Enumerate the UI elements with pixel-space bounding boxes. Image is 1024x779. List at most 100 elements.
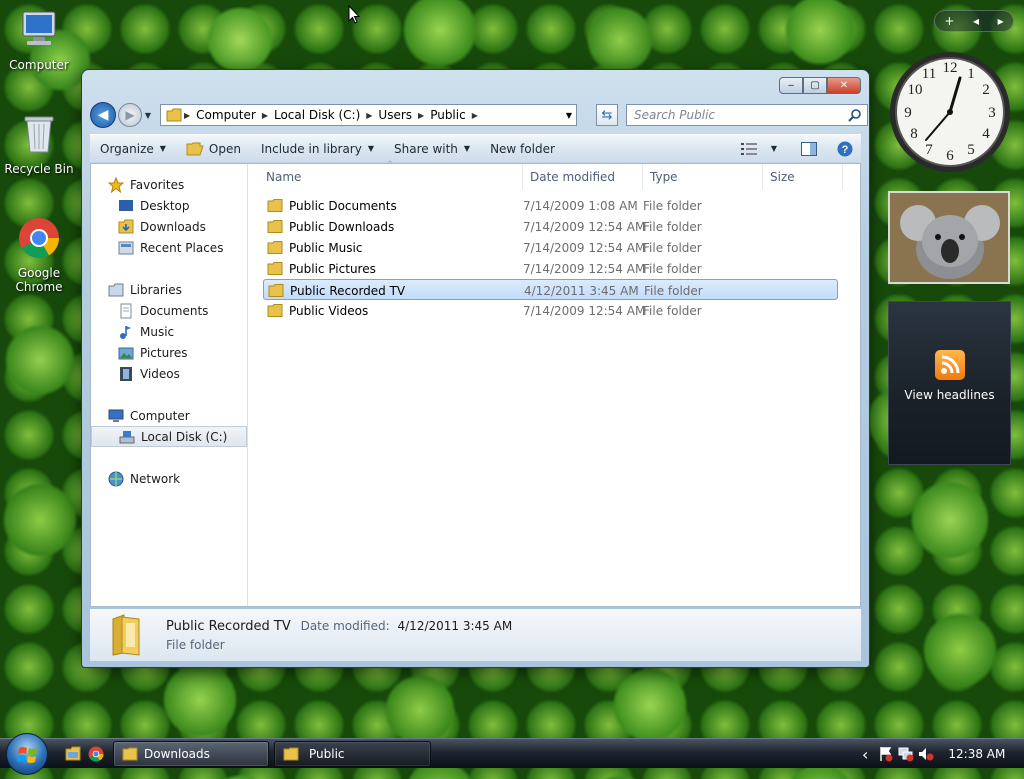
file-date: 7/14/2009 12:54 AM	[523, 219, 646, 234]
folder-icon	[267, 262, 283, 275]
arrow-left-icon: ◀	[97, 107, 109, 123]
breadcrumb-arrow-icon[interactable]: ▶	[470, 111, 480, 120]
svg-text:?: ?	[842, 144, 849, 156]
file-type: File folder	[644, 283, 703, 298]
rss-icon	[934, 350, 965, 380]
share-with-button[interactable]: Share with ▼	[384, 135, 480, 162]
nav-computer[interactable]: Computer	[108, 405, 264, 426]
table-row[interactable]: Public Pictures 7/14/2009 12:54 AM File …	[263, 258, 838, 279]
change-view-icon[interactable]	[740, 142, 757, 155]
help-icon[interactable]: ?	[837, 141, 853, 157]
new-folder-button[interactable]: New folder	[480, 135, 565, 162]
minimize-button[interactable]: ‒	[779, 77, 803, 94]
open-label: Open	[208, 141, 241, 156]
breadcrumb-users[interactable]: Users	[374, 108, 416, 122]
desktop-icon-label: Computer	[9, 58, 69, 72]
file-name-cell: Public Downloads	[267, 216, 394, 237]
breadcrumb-arrow-icon[interactable]: ▶	[260, 111, 270, 120]
address-bar[interactable]: ▶ Computer ▶ Local Disk (C:) ▶ Users ▶ P…	[160, 104, 577, 126]
file-date: 7/14/2009 12:54 AM	[523, 303, 646, 318]
nav-libraries[interactable]: Libraries	[108, 279, 264, 300]
breadcrumb-computer[interactable]: Computer	[192, 108, 260, 122]
clock-number: 10	[908, 82, 923, 98]
chevron-right-icon[interactable]: ▸	[998, 14, 1004, 28]
taskbar-button-downloads[interactable]: Downloads	[113, 741, 269, 767]
breadcrumb-public[interactable]: Public	[426, 108, 470, 122]
file-list-pane[interactable]: Name Date modified Type Size ^ Public Do…	[249, 160, 860, 606]
chrome-icon	[19, 218, 59, 258]
volume-muted-icon[interactable]	[918, 746, 934, 762]
recent-pages-dropdown[interactable]: ▼	[142, 111, 154, 120]
feed-headlines-gadget[interactable]: View headlines	[888, 301, 1011, 465]
network-status-icon[interactable]	[898, 746, 914, 762]
explorer-window[interactable]: ‒ ▢ ✕ ◀ ▶ ▼ ▶ Computer ▶ Local Disk (C:)…	[82, 70, 869, 667]
view-headlines-link[interactable]: View headlines	[889, 388, 1010, 402]
navigation-pane[interactable]: Favorites Desktop Downloads Recent Place…	[91, 164, 248, 606]
refresh-icon: ⇆	[601, 107, 613, 123]
maximize-button[interactable]: ▢	[803, 77, 827, 94]
clock-number: 5	[967, 142, 975, 158]
view-dropdown-icon[interactable]: ▼	[771, 144, 777, 153]
desktop-icon-label: Recycle Bin	[4, 162, 74, 176]
gadget-toolbar[interactable]: + ◂ ▸	[934, 10, 1014, 32]
file-name: Public Videos	[289, 303, 369, 318]
organize-button[interactable]: Organize ▼	[90, 135, 176, 162]
slideshow-gadget[interactable]	[888, 191, 1010, 284]
taskbar-button-public[interactable]: Public	[274, 741, 431, 767]
column-label: Size	[770, 170, 795, 184]
nav-label: Desktop	[140, 198, 190, 213]
file-name-cell: Public Videos	[267, 300, 368, 321]
clock-number: 7	[925, 142, 933, 158]
breadcrumb-local-disk[interactable]: Local Disk (C:)	[270, 108, 364, 122]
clock-gadget[interactable]: 12 1 2 3 4 5 6 7 8 9 10 11	[888, 50, 1012, 174]
include-label: Include in library	[260, 141, 362, 156]
preview-pane-icon[interactable]	[801, 141, 817, 156]
breadcrumb-arrow-icon[interactable]: ▶	[364, 111, 374, 120]
open-folder-icon	[186, 142, 204, 155]
close-button[interactable]: ✕	[827, 77, 861, 94]
table-row-selected[interactable]: Public Recorded TV 4/12/2011 3:45 AM Fil…	[263, 279, 838, 300]
file-date: 7/14/2009 1:08 AM	[523, 198, 638, 213]
table-row[interactable]: Public Music 7/14/2009 12:54 AM File fol…	[263, 237, 838, 258]
file-name-cell: Public Pictures	[267, 258, 376, 279]
music-note-icon	[120, 325, 131, 339]
desktop-icon-computer[interactable]: Computer	[1, 8, 77, 72]
desktop-icon-recycle-bin[interactable]: Recycle Bin	[1, 112, 77, 176]
search-input[interactable]: Search Public	[626, 104, 868, 126]
breadcrumb-arrow-icon[interactable]: ▶	[416, 111, 426, 120]
nav-network[interactable]: Network	[108, 468, 264, 489]
address-row: ◀ ▶ ▼ ▶ Computer ▶ Local Disk (C:) ▶ Use…	[90, 102, 868, 128]
clock-time[interactable]: 12:38 AM	[948, 747, 1005, 761]
table-row[interactable]: Public Documents 7/14/2009 1:08 AM File …	[263, 195, 838, 216]
nav-label: Documents	[140, 303, 209, 318]
nav-favorites[interactable]: Favorites	[108, 174, 264, 195]
start-button[interactable]	[6, 733, 48, 775]
search-icon[interactable]	[848, 108, 862, 122]
chevron-left-icon[interactable]: ◂	[973, 14, 979, 28]
column-header-type[interactable]: Type	[643, 164, 763, 190]
back-button[interactable]: ◀	[90, 102, 116, 128]
column-label: Name	[266, 170, 302, 184]
nav-label: Music	[140, 324, 175, 339]
include-in-library-button[interactable]: Include in library ▼	[251, 135, 384, 162]
chrome-quicklaunch-icon[interactable]	[88, 746, 104, 762]
show-desktop-icon[interactable]	[65, 746, 81, 762]
chevron-down-icon: ▼	[367, 144, 374, 153]
forward-button[interactable]: ▶	[118, 103, 142, 127]
column-header-size[interactable]: Size	[763, 164, 843, 190]
add-gadget-button[interactable]: +	[944, 14, 954, 28]
folder-icon	[166, 108, 182, 122]
refresh-button[interactable]: ⇆	[596, 104, 618, 126]
desktop-icon-chrome[interactable]: Google Chrome	[1, 216, 77, 294]
table-row[interactable]: Public Videos 7/14/2009 12:54 AM File fo…	[263, 300, 838, 321]
folder-icon	[267, 199, 283, 212]
address-dropdown-icon[interactable]: ▼	[566, 111, 572, 120]
table-row[interactable]: Public Downloads 7/14/2009 12:54 AM File…	[263, 216, 838, 237]
open-button[interactable]: Open	[176, 135, 251, 162]
nav-local-disk[interactable]: Local Disk (C:)	[91, 426, 247, 447]
action-center-flag-icon[interactable]	[878, 746, 894, 762]
breadcrumb-arrow-icon[interactable]: ▶	[182, 111, 192, 120]
show-hidden-icons-button[interactable]: ‹	[862, 745, 868, 764]
column-header-date[interactable]: Date modified	[523, 164, 643, 190]
sort-arrow-icon: ^	[387, 160, 393, 168]
